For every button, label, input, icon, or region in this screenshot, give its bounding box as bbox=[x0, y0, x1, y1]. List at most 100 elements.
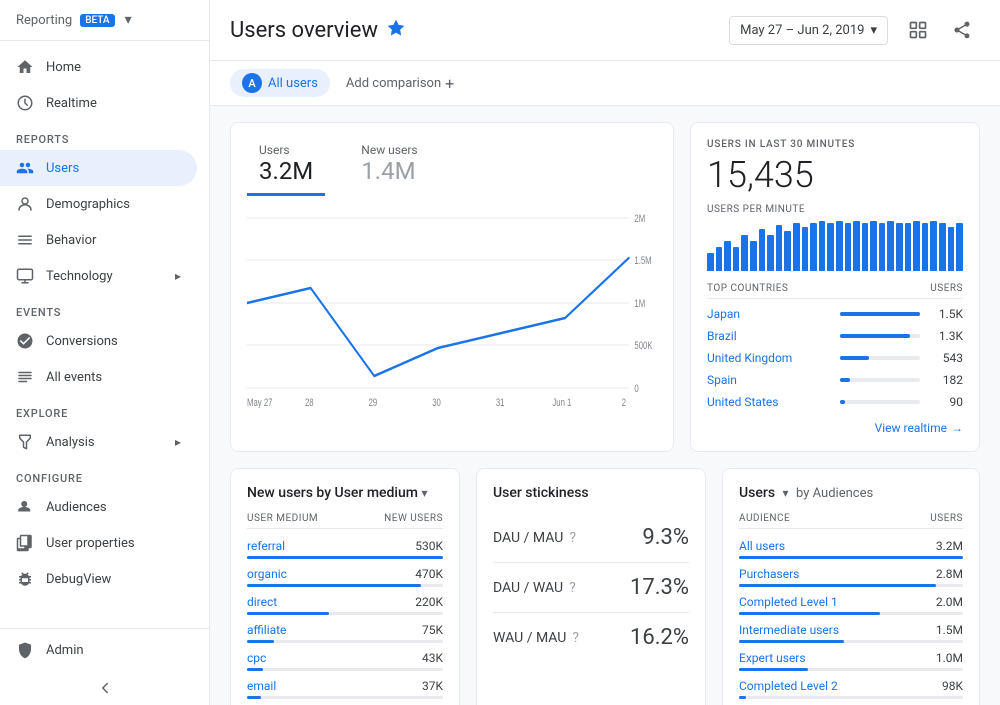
country-name-us[interactable]: United States bbox=[707, 395, 832, 409]
audiences-title-text: Users bbox=[739, 485, 775, 501]
medium-name-organic[interactable]: organic bbox=[247, 567, 287, 581]
audience-bar-wrap-expert bbox=[739, 668, 963, 671]
audience-row-top-intermediate: Intermediate users 1.5M bbox=[739, 623, 963, 637]
bar-1 bbox=[707, 253, 714, 271]
beta-badge: BETA bbox=[80, 14, 114, 27]
audience-value-expert: 1.0M bbox=[936, 651, 963, 665]
view-realtime-link[interactable]: View realtime → bbox=[707, 421, 963, 435]
svg-text:1.5M: 1.5M bbox=[634, 255, 651, 268]
users-metric-label: Users bbox=[259, 143, 313, 157]
add-comparison-label: Add comparison bbox=[346, 76, 441, 91]
audience-name-intermediate[interactable]: Intermediate users bbox=[739, 623, 839, 637]
new-users-metric-value: 1.4M bbox=[361, 157, 417, 185]
audience-value-completed2: 98K bbox=[942, 679, 963, 693]
countries-col2-header: USERS bbox=[930, 283, 963, 294]
country-name-spain[interactable]: Spain bbox=[707, 373, 832, 387]
medium-row-top-direct: direct 220K bbox=[247, 595, 443, 609]
country-name-brazil[interactable]: Brazil bbox=[707, 329, 832, 343]
country-value-us: 90 bbox=[928, 395, 963, 409]
customize-report-button[interactable] bbox=[900, 12, 936, 48]
medium-name-direct[interactable]: direct bbox=[247, 595, 277, 609]
audiences-dropdown-icon[interactable]: ▾ bbox=[783, 486, 789, 500]
audience-bar-wrap-intermediate bbox=[739, 640, 963, 643]
date-dropdown-icon: ▾ bbox=[870, 23, 877, 38]
sidebar-item-technology-label: Technology bbox=[46, 269, 113, 284]
audience-row-top-all: All users 3.2M bbox=[739, 539, 963, 553]
sidebar-item-technology[interactable]: Technology ▸ bbox=[0, 258, 197, 294]
medium-name-email[interactable]: email bbox=[247, 679, 276, 693]
country-bar-wrap-spain bbox=[840, 378, 920, 382]
medium-name-referral[interactable]: referral bbox=[247, 539, 285, 553]
audience-row-intermediate: Intermediate users 1.5M bbox=[739, 619, 963, 647]
country-name-uk[interactable]: United Kingdom bbox=[707, 351, 832, 365]
help-icon-wau-mau[interactable]: ? bbox=[572, 630, 579, 646]
medium-name-affiliate[interactable]: affiliate bbox=[247, 623, 286, 637]
medium-bar-affiliate bbox=[247, 640, 274, 643]
stickiness-dau-mau: DAU / MAU ? 9.3% bbox=[493, 513, 689, 563]
collapse-sidebar-button[interactable] bbox=[0, 671, 209, 705]
add-comparison-button[interactable]: Add comparison + bbox=[338, 70, 462, 97]
audience-row-purchasers: Purchasers 2.8M bbox=[739, 563, 963, 591]
bar-11 bbox=[793, 223, 800, 271]
medium-bar-wrap-organic bbox=[247, 584, 443, 587]
sidebar-header: Reporting BETA ▾ bbox=[0, 0, 209, 41]
chevron-down-icon[interactable]: ▾ bbox=[125, 12, 132, 28]
audiences-subtitle-text: by Audiences bbox=[796, 486, 873, 501]
country-row-uk: United Kingdom 543 bbox=[707, 347, 963, 369]
explore-section-label: EXPLORE bbox=[0, 395, 209, 424]
sidebar-item-debugview[interactable]: DebugView bbox=[0, 561, 197, 597]
stickiness-dau-wau-value: 17.3% bbox=[630, 575, 689, 600]
bar-25 bbox=[913, 221, 920, 271]
country-value-uk: 543 bbox=[928, 351, 963, 365]
sidebar-item-users[interactable]: Users bbox=[0, 150, 197, 186]
sidebar-footer-admin[interactable]: Admin bbox=[0, 628, 209, 671]
medium-bar-cpc bbox=[247, 668, 263, 671]
chevron-right-icon: ▸ bbox=[175, 269, 181, 283]
sidebar-item-users-label: Users bbox=[46, 161, 79, 176]
audience-name-expert[interactable]: Expert users bbox=[739, 651, 806, 665]
svg-text:2M: 2M bbox=[634, 213, 645, 226]
help-icon-dau-mau[interactable]: ? bbox=[569, 530, 576, 546]
country-row-japan: Japan 1.5K bbox=[707, 303, 963, 325]
bar-21 bbox=[879, 223, 886, 271]
users-metric-tab[interactable]: Users 3.2M bbox=[247, 139, 325, 196]
audience-bar-wrap-purchasers bbox=[739, 584, 963, 587]
sidebar-item-audiences[interactable]: Audiences bbox=[0, 489, 197, 525]
countries-col1-header: TOP COUNTRIES bbox=[707, 283, 788, 294]
audience-name-completed2[interactable]: Completed Level 2 bbox=[739, 679, 838, 693]
country-bar-wrap-us bbox=[840, 400, 920, 404]
stickiness-card-title: User stickiness bbox=[493, 485, 589, 501]
medium-value-direct: 220K bbox=[415, 595, 443, 609]
audience-name-purchasers[interactable]: Purchasers bbox=[739, 567, 799, 581]
all-users-filter-chip[interactable]: A All users bbox=[230, 69, 330, 97]
new-users-dropdown-icon[interactable]: ▾ bbox=[421, 486, 427, 500]
medium-name-cpc[interactable]: cpc bbox=[247, 651, 266, 665]
sidebar-item-debugview-label: DebugView bbox=[46, 572, 111, 587]
help-icon-dau-wau[interactable]: ? bbox=[569, 580, 576, 596]
date-range-selector[interactable]: May 27 – Jun 2, 2019 ▾ bbox=[729, 16, 888, 45]
technology-icon bbox=[16, 267, 34, 285]
audience-name-all[interactable]: All users bbox=[739, 539, 785, 553]
sidebar-item-user-properties-label: User properties bbox=[46, 536, 135, 551]
audience-name-completed1[interactable]: Completed Level 1 bbox=[739, 595, 838, 609]
sidebar-item-all-events[interactable]: All events bbox=[0, 359, 197, 395]
audience-row-completed2: Completed Level 2 98K bbox=[739, 675, 963, 703]
sidebar-item-behavior[interactable]: Behavior bbox=[0, 222, 197, 258]
audience-bar-all bbox=[739, 556, 963, 559]
share-button[interactable] bbox=[944, 12, 980, 48]
medium-bar-referral bbox=[247, 556, 443, 559]
country-bar-wrap-brazil bbox=[840, 334, 920, 338]
sidebar-item-home[interactable]: Home bbox=[0, 49, 197, 85]
svg-text:Jun 1: Jun 1 bbox=[552, 397, 571, 408]
bar-14 bbox=[819, 221, 826, 271]
sidebar-item-realtime[interactable]: Realtime bbox=[0, 85, 197, 121]
sidebar-item-conversions[interactable]: Conversions bbox=[0, 323, 197, 359]
sidebar-item-demographics[interactable]: Demographics bbox=[0, 186, 197, 222]
country-name-japan[interactable]: Japan bbox=[707, 307, 832, 321]
sidebar-item-audiences-label: Audiences bbox=[46, 500, 107, 515]
verified-icon bbox=[386, 18, 406, 42]
sidebar-item-analysis[interactable]: Analysis ▸ bbox=[0, 424, 197, 460]
sidebar-item-user-properties[interactable]: User properties bbox=[0, 525, 197, 561]
new-users-metric-tab[interactable]: New users 1.4M bbox=[349, 139, 429, 196]
medium-bar-email bbox=[247, 696, 261, 699]
